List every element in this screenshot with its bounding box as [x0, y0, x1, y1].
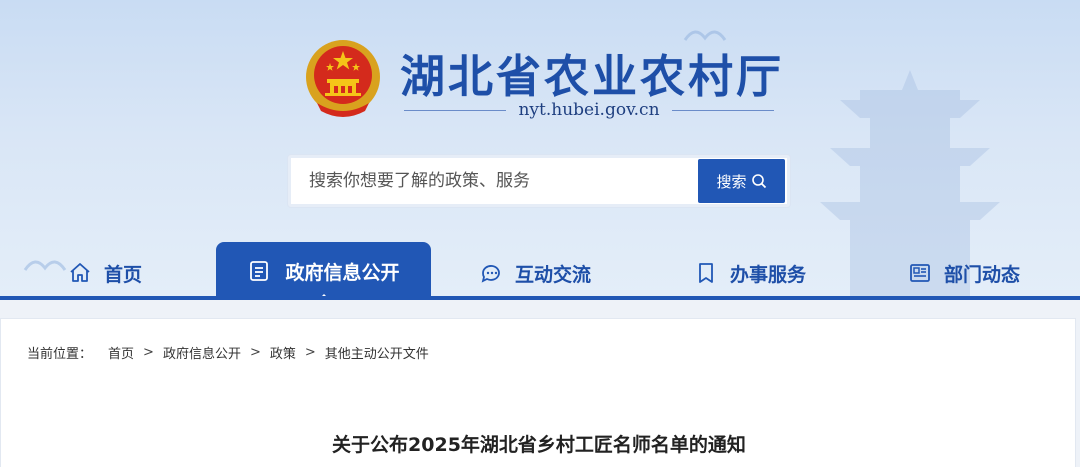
- nav-item-interaction[interactable]: 互动交流: [479, 250, 591, 296]
- breadcrumb-lead: 当前位置：: [27, 347, 93, 362]
- news-icon: [910, 264, 930, 282]
- article-title: 关于公布2025年湖北省乡村工匠名师名单的通知: [332, 434, 746, 456]
- breadcrumb-separator: >: [143, 345, 154, 360]
- site-domain: nyt.hubei.gov.cn: [518, 100, 660, 120]
- nav-item-label: 政府信息公开: [285, 261, 400, 284]
- breadcrumb: 当前位置： 首页 > 政府信息公开 > 政策 > 其他主动公开文件: [27, 343, 429, 362]
- nav-item-services[interactable]: 办事服务: [694, 250, 806, 296]
- header-banner: 湖北省农业农村厅 nyt.hubei.gov.cn 搜索 首页 政府信息公开: [0, 0, 1080, 300]
- nav-item-gov-info[interactable]: 政府信息公开: [216, 242, 431, 300]
- search-icon: [751, 174, 766, 189]
- nav-item-label: 首页: [104, 263, 143, 286]
- breadcrumb-link-other-files[interactable]: 其他主动公开文件: [325, 343, 429, 362]
- content-card: 当前位置： 首页 > 政府信息公开 > 政策 > 其他主动公开文件 关于公布20…: [0, 318, 1076, 467]
- search-box: 搜索: [288, 155, 790, 207]
- document-icon: [250, 261, 269, 281]
- breadcrumb-link-home[interactable]: 首页: [108, 343, 134, 362]
- site-domain-row: nyt.hubei.gov.cn: [404, 98, 775, 122]
- nav-item-dept-news[interactable]: 部门动态: [908, 250, 1020, 296]
- nav-item-label: 办事服务: [730, 263, 807, 286]
- national-emblem-icon: [306, 40, 380, 117]
- breadcrumb-separator: >: [249, 345, 261, 360]
- divider: [404, 109, 507, 111]
- breadcrumb-separator: >: [304, 345, 316, 360]
- nav-item-home[interactable]: 首页: [68, 250, 142, 296]
- divider: [671, 109, 775, 111]
- nav-item-label: 部门动态: [944, 263, 1021, 286]
- breadcrumb-link-gov-info[interactable]: 政府信息公开: [163, 343, 241, 362]
- nav-item-label: 互动交流: [515, 263, 592, 286]
- search-input[interactable]: [291, 158, 698, 204]
- bookmark-icon: [699, 263, 713, 283]
- search-button-label: 搜索: [716, 172, 747, 191]
- nav-underline: [0, 296, 1080, 300]
- breadcrumb-link-policy[interactable]: 政策: [270, 343, 296, 362]
- home-icon: [70, 263, 90, 282]
- site-title: 湖北省农业农村厅: [400, 50, 785, 103]
- chat-icon: [481, 265, 500, 283]
- search-button[interactable]: 搜索: [698, 159, 785, 203]
